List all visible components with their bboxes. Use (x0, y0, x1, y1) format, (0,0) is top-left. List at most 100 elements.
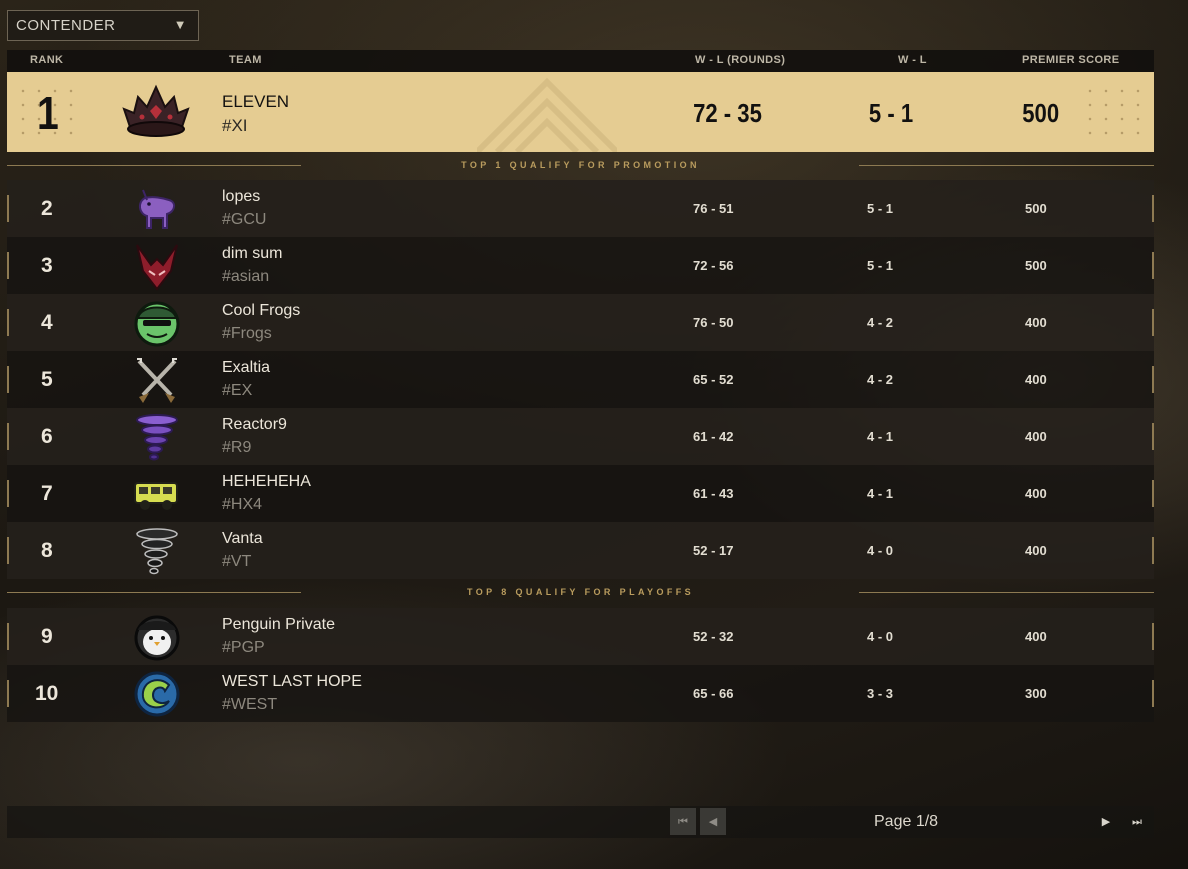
penguin-icon (134, 615, 180, 661)
row-team-name: dim sum (222, 245, 283, 262)
row-team-tag: #EX (222, 382, 253, 399)
row-team-tag: #asian (222, 268, 270, 285)
first-page-icon[interactable]: ⏮ (670, 808, 696, 835)
black-tornado-icon (136, 528, 178, 575)
table-row[interactable]: 4 Cool Frogs #Frogs 76 - 50 4 - 2 400 (7, 294, 1154, 351)
row-wl: 4 - 0 (867, 543, 894, 558)
header-wl: W - L (898, 54, 927, 66)
row-wl: 4 - 2 (867, 315, 894, 330)
next-page-icon[interactable]: ▶ (1093, 808, 1119, 835)
playoffs-divider: TOP 8 QUALIFY FOR PLAYOFFS (7, 579, 1154, 608)
row-premier-score: 400 (1025, 372, 1047, 387)
leader-team-name: ELEVEN (222, 92, 290, 111)
row-wl-rounds: 65 - 66 (693, 686, 734, 701)
row-team-name: Cool Frogs (222, 302, 301, 319)
row-wl-rounds: 61 - 42 (693, 429, 734, 444)
row-team-tag: #GCU (222, 211, 267, 228)
table-row[interactable]: 7 HEHEHEHA #HX4 61 - 43 4 - 1 400 (7, 465, 1154, 522)
row-team-name: lopes (222, 188, 261, 205)
row-wl-rounds: 61 - 43 (693, 486, 734, 501)
row-team-name: Penguin Private (222, 616, 335, 633)
header-wl-rounds: W - L (ROUNDS) (695, 54, 786, 66)
red-demon-icon (136, 244, 178, 291)
chevron-down-icon: ▼ (176, 20, 184, 31)
header-premier-score: PREMIER SCORE (1022, 54, 1120, 66)
row-wl: 5 - 1 (867, 258, 894, 273)
row-team-tag: #WEST (222, 696, 278, 713)
leader-wl: 5 - 1 (868, 98, 914, 128)
row-team-name: Exaltia (222, 359, 271, 376)
row-rank: 6 (41, 425, 53, 448)
prev-page-icon[interactable]: ◀ (700, 808, 726, 835)
yellow-truck-icon (134, 482, 178, 510)
row-rank: 3 (41, 254, 53, 277)
row-rank: 8 (41, 539, 53, 562)
row-rank: 4 (41, 311, 53, 334)
table-row[interactable]: 5 Exaltia #EX 65 - 52 4 - 2 400 (7, 351, 1154, 408)
page-indicator: Page 1/8 (874, 813, 939, 830)
row-rank: 9 (41, 625, 53, 648)
row-rank: 5 (41, 368, 53, 391)
leader-team-tag: #XI (222, 116, 248, 135)
row-team-tag: #Frogs (222, 325, 272, 342)
table-row[interactable]: 8 Vanta #VT 52 - 17 4 - 0 400 (7, 522, 1154, 579)
row-premier-score: 400 (1025, 486, 1047, 501)
table-row[interactable]: 3 dim sum #asian 72 - 56 5 - 1 500 (7, 237, 1154, 294)
crossed-swords-icon (137, 358, 177, 403)
row-wl: 5 - 1 (867, 201, 894, 216)
row-premier-score: 500 (1025, 201, 1047, 216)
row-wl: 4 - 1 (867, 486, 894, 501)
row-rank: 7 (41, 482, 53, 505)
row-rank: 10 (35, 682, 59, 705)
league-dropdown-value: CONTENDER (16, 17, 116, 34)
row-team-tag: #R9 (222, 439, 252, 456)
row-wl: 3 - 3 (867, 686, 894, 701)
row-wl-rounds: 72 - 56 (693, 258, 734, 273)
unicorn-icon (139, 189, 175, 229)
leaderboard-table: RANK TEAM W - L (ROUNDS) W - L PREMIER S… (7, 50, 1154, 722)
leader-row[interactable]: 1 ELEVEN #XI 72 - 35 5 - 1 500 (7, 72, 1154, 152)
row-wl: 4 - 1 (867, 429, 894, 444)
table-header: RANK TEAM W - L (ROUNDS) W - L PREMIER S… (7, 50, 1154, 72)
chevron-watermark (477, 77, 617, 152)
row-team-name: Vanta (222, 530, 263, 547)
table-row[interactable]: 2 lopes #GCU 76 - 51 5 - 1 500 (7, 180, 1154, 237)
row-premier-score: 500 (1025, 258, 1047, 273)
row-team-name: Reactor9 (222, 416, 287, 433)
promotion-divider: TOP 1 QUALIFY FOR PROMOTION (7, 152, 1154, 180)
row-wl-rounds: 65 - 52 (693, 372, 734, 387)
table-row[interactable]: 6 Reactor9 #R9 61 - 42 4 - 1 400 (7, 408, 1154, 465)
table-row[interactable]: 9 Penguin Private #PGP 52 - 32 4 - 0 400 (7, 608, 1154, 665)
header-rank: RANK (30, 54, 64, 66)
row-wl-rounds: 52 - 32 (693, 629, 734, 644)
row-team-name: HEHEHEHA (222, 473, 311, 490)
row-wl-rounds: 52 - 17 (693, 543, 734, 558)
leader-wl-rounds: 72 - 35 (693, 98, 762, 128)
row-premier-score: 300 (1025, 686, 1047, 701)
row-rank: 2 (41, 197, 53, 220)
row-premier-score: 400 (1025, 543, 1047, 558)
row-wl: 4 - 0 (867, 629, 894, 644)
league-dropdown[interactable]: CONTENDER ▼ (7, 10, 199, 41)
row-wl-rounds: 76 - 51 (693, 201, 734, 216)
row-team-tag: #VT (222, 553, 252, 570)
leader-premier-score: 500 (1022, 98, 1060, 128)
wave-icon (134, 671, 180, 717)
row-team-tag: #HX4 (222, 496, 263, 513)
last-page-icon[interactable]: ⏭ (1124, 808, 1150, 835)
purple-tornado-icon (136, 414, 178, 461)
leader-rank: 1 (37, 87, 59, 139)
pagination-bar: ⏮ ◀ Page 1/8 ▶ ⏭ (7, 806, 1154, 838)
row-premier-score: 400 (1025, 315, 1047, 330)
row-wl: 4 - 2 (867, 372, 894, 387)
row-team-tag: #PGP (222, 639, 265, 656)
header-team: TEAM (229, 54, 262, 66)
row-wl-rounds: 76 - 50 (693, 315, 734, 330)
row-premier-score: 400 (1025, 629, 1047, 644)
row-premier-score: 400 (1025, 429, 1047, 444)
crown-icon (122, 84, 190, 137)
frog-icon (134, 301, 180, 347)
decor-dots-right (1082, 84, 1146, 140)
table-row[interactable]: 10 WEST LAST HOPE #WEST 65 - 66 3 - 3 30… (7, 665, 1154, 722)
row-team-name: WEST LAST HOPE (222, 673, 362, 690)
